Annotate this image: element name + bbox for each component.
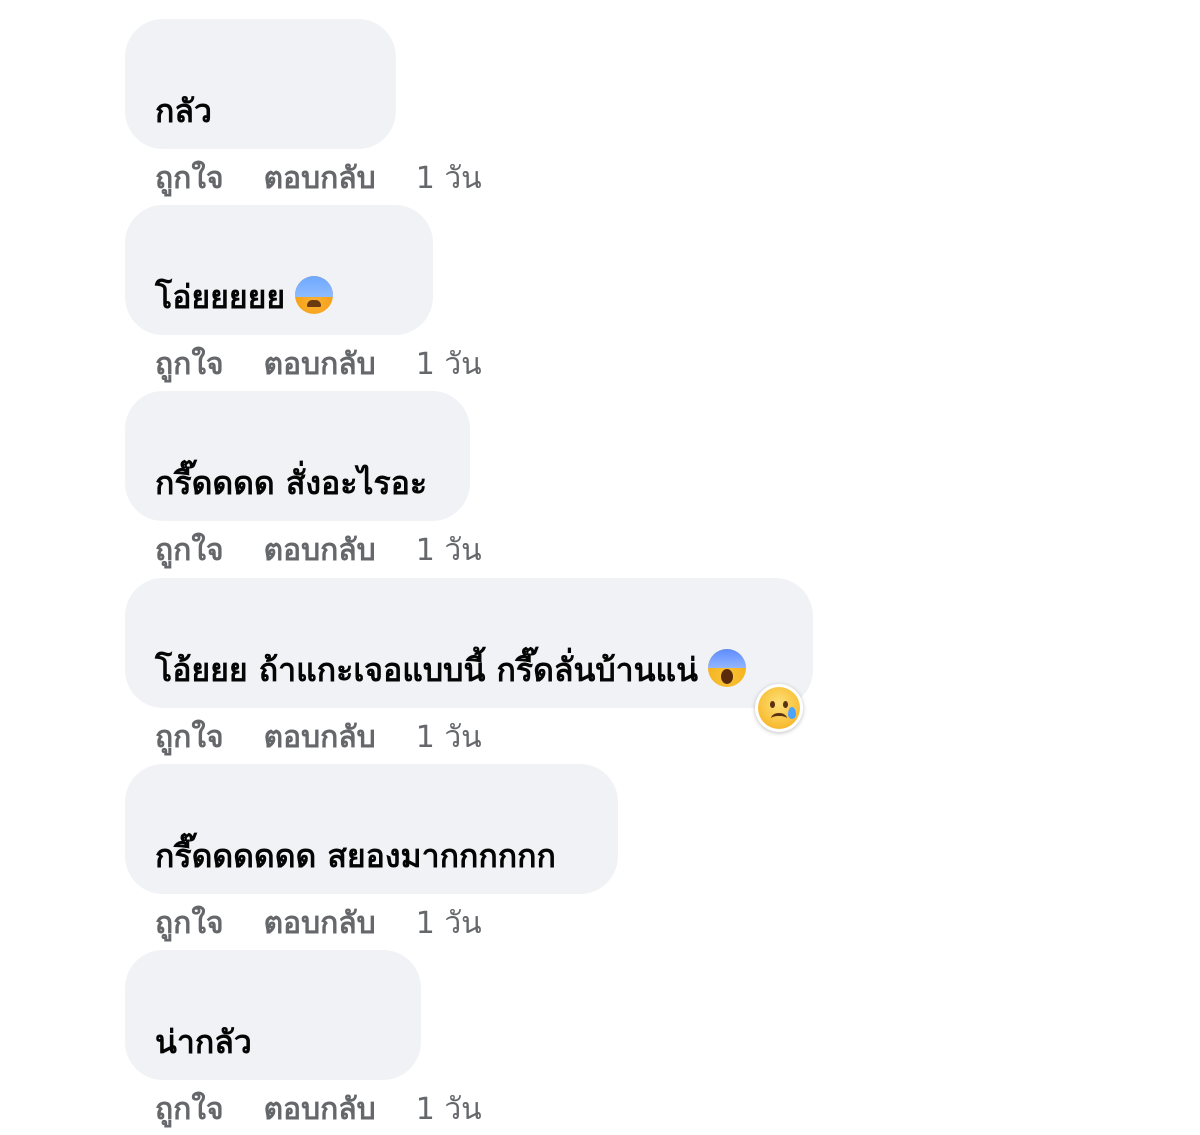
reaction-badge[interactable] [755, 684, 803, 732]
like-button[interactable]: ถูกใจ [155, 720, 224, 755]
comment-text: โอ้ยยย ถ้าแกะเจอแบบนี้ กรี๊ดลั่นบ้านแน่ [155, 651, 698, 689]
timestamp[interactable]: 1 วัน [416, 720, 482, 755]
like-button[interactable]: ถูกใจ [155, 533, 224, 568]
reply-button[interactable]: ตอบกลับ [264, 161, 376, 196]
reply-button[interactable]: ตอบกลับ [264, 1092, 376, 1127]
comment-text: กรี๊ดดดด สั่งอะไรอะ [155, 464, 428, 502]
like-button[interactable]: ถูกใจ [155, 1092, 224, 1127]
timestamp[interactable]: 1 วัน [416, 533, 482, 568]
comment-text-line: โอ่ยยยยย [155, 275, 334, 319]
comment-item: กลัว ถูกใจ ตอบกลับ 1 วัน [125, 19, 482, 196]
comment-text: กลัว [155, 92, 212, 130]
comment-item: โอ้ยยย ถ้าแกะเจอแบบนี้ กรี๊ดลั่นบ้านแน่ … [125, 578, 813, 755]
comment-bubble[interactable]: น่ากลัว [125, 950, 421, 1080]
anxious-face-with-sweat-icon [295, 276, 334, 314]
face-screaming-in-fear-icon [707, 649, 746, 687]
like-button[interactable]: ถูกใจ [155, 906, 224, 941]
comment-bubble[interactable]: กลัว [125, 19, 396, 149]
comment-bubble[interactable]: โอ่ยยยยย [125, 205, 433, 335]
comment-actions: ถูกใจ ตอบกลับ 1 วัน [155, 1092, 482, 1128]
timestamp[interactable]: 1 วัน [416, 1092, 482, 1127]
reply-button[interactable]: ตอบกลับ [264, 347, 376, 382]
comment-item: กรี๊ดดดดดด สยองมากกกกกก ถูกใจ ตอบกลับ 1 วั… [125, 764, 618, 941]
comment-text: น่ากลัว [155, 1023, 252, 1061]
comment-text-line: โอ้ยยย ถ้าแกะเจอแบบนี้ กรี๊ดลั่นบ้านแน่ [155, 648, 746, 692]
comment-item: น่ากลัว ถูกใจ ตอบกลับ 1 วัน [125, 950, 482, 1127]
comment-item: กรี๊ดดดด สั่งอะไรอะ ถูกใจ ตอบกลับ 1 วัน [125, 391, 482, 568]
reply-button[interactable]: ตอบกลับ [264, 906, 376, 941]
like-button[interactable]: ถูกใจ [155, 161, 224, 196]
sad-reaction-icon [758, 687, 800, 729]
comment-bubble[interactable]: โอ้ยยย ถ้าแกะเจอแบบนี้ กรี๊ดลั่นบ้านแน่ [125, 578, 813, 732]
comment-text: กรี๊ดดดดดด สยองมากกกกกก [155, 837, 556, 875]
comment-actions: ถูกใจ ตอบกลับ 1 วัน [155, 906, 482, 942]
comment-actions: ถูกใจ ตอบกลับ 1 วัน [155, 533, 482, 569]
like-button[interactable]: ถูกใจ [155, 347, 224, 382]
comment-actions: ถูกใจ ตอบกลับ 1 วัน [155, 720, 482, 756]
comment-text: โอ่ยยยยย [155, 278, 286, 316]
comment-bubble[interactable]: กรี๊ดดดด สั่งอะไรอะ [125, 391, 470, 521]
timestamp[interactable]: 1 วัน [416, 347, 482, 382]
comment-item: โอ่ยยยยย ถูกใจ ตอบกลับ 1 วัน [125, 205, 482, 382]
comment-bubble[interactable]: กรี๊ดดดดดด สยองมากกกกกก [125, 764, 618, 894]
reply-button[interactable]: ตอบกลับ [264, 533, 376, 568]
timestamp[interactable]: 1 วัน [416, 906, 482, 941]
comment-actions: ถูกใจ ตอบกลับ 1 วัน [155, 347, 482, 383]
reply-button[interactable]: ตอบกลับ [264, 720, 376, 755]
comment-actions: ถูกใจ ตอบกลับ 1 วัน [155, 161, 482, 197]
timestamp[interactable]: 1 วัน [416, 161, 482, 196]
